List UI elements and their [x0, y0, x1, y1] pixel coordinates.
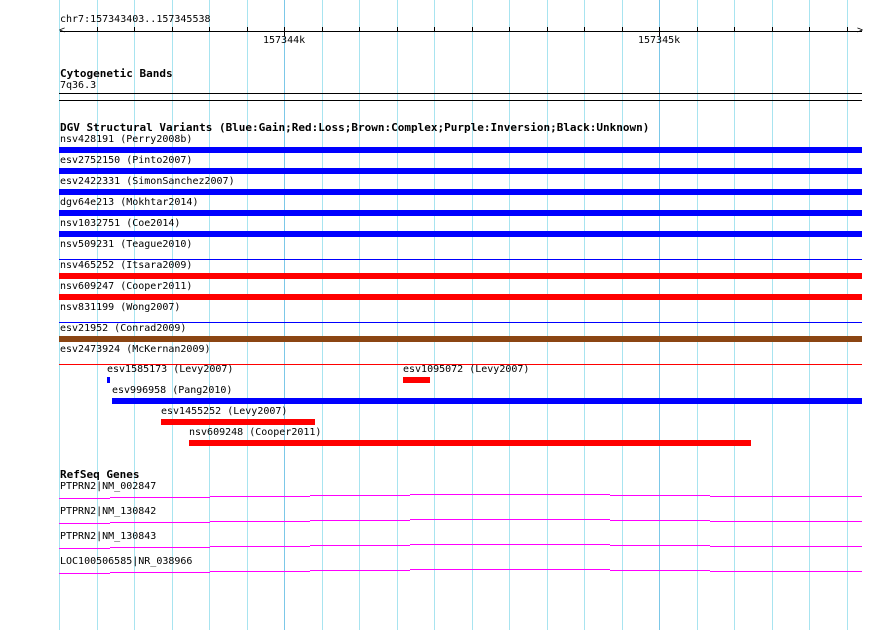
genome-browser-panel: chr7:157343403..157345538 < > 157344k 15…	[0, 0, 890, 630]
gene-models	[59, 494, 862, 574]
